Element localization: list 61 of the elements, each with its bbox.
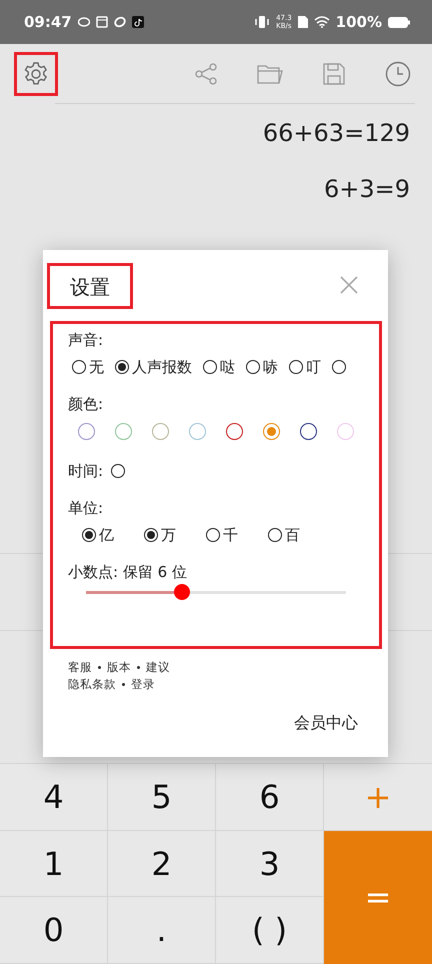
sound-option[interactable]: 人声报数 [111, 358, 192, 376]
section-label: 颜色: [68, 394, 104, 415]
section-label: 声音: [68, 330, 104, 351]
separator-dot [98, 666, 101, 669]
key-button[interactable]: 1 [0, 830, 108, 898]
sound-option[interactable]: 叮 [285, 358, 321, 376]
key-button[interactable]: 0 [0, 897, 108, 964]
status-time: 09:47 [24, 13, 72, 31]
sound-option[interactable]: 哧 [242, 358, 278, 376]
unit-option[interactable]: 亿 [78, 526, 114, 544]
vibrate-icon [254, 15, 270, 29]
folder-icon [257, 63, 283, 85]
unit-option[interactable]: 万 [140, 526, 176, 544]
color-option[interactable] [300, 422, 317, 440]
color-option[interactable] [152, 422, 169, 440]
key-button[interactable]: 5 [108, 764, 216, 831]
key-button[interactable]: 4 [0, 764, 108, 831]
key-button[interactable]: . [108, 897, 216, 964]
wifi-icon [314, 16, 330, 28]
member-center-button[interactable]: 会员中心 [290, 709, 362, 738]
key-button[interactable]: 3 [216, 830, 324, 898]
slider-thumb[interactable] [174, 584, 190, 600]
decimal-slider[interactable] [86, 584, 346, 600]
share-icon [195, 63, 217, 85]
app-icon [78, 17, 90, 27]
color-option[interactable] [226, 422, 243, 440]
color-option[interactable] [78, 422, 95, 440]
time-radio[interactable] [111, 464, 126, 478]
settings-button[interactable] [14, 52, 58, 96]
sound-option[interactable]: 无 [68, 358, 104, 376]
app-icon [132, 16, 144, 28]
color-option[interactable] [263, 422, 280, 440]
history-entry: 6+3=9 [322, 174, 411, 205]
history-entry: 66+63=129 [262, 118, 411, 149]
dialog-title: 设置 [47, 263, 133, 309]
color-option[interactable] [189, 422, 206, 440]
footer-link[interactable]: 客服 [68, 659, 92, 676]
footer-link[interactable]: 隐私条款 [68, 676, 116, 693]
unit-option[interactable]: 百 [264, 526, 300, 544]
sim-icon [298, 16, 308, 28]
app-icon [114, 16, 126, 28]
gear-icon [23, 61, 49, 87]
section-label: 小数点: 保留 6 位 [68, 562, 188, 583]
key-button[interactable]: 2 [108, 830, 216, 898]
separator-dot [137, 666, 140, 669]
footer-link[interactable]: 建议 [146, 659, 170, 676]
unit-option[interactable]: 千 [202, 526, 238, 544]
section-label: 单位: [68, 498, 104, 519]
key-button[interactable]: 6 [216, 764, 324, 831]
section-label: 时间: [68, 462, 104, 480]
clock-icon [385, 61, 411, 87]
battery-icon [388, 16, 410, 28]
color-option[interactable] [115, 422, 132, 440]
battery-percent: 100% [336, 13, 382, 31]
app-icon [96, 16, 108, 28]
sound-option[interactable]: 哒 [199, 358, 235, 376]
separator-dot [122, 683, 125, 686]
footer-link[interactable]: 版本 [107, 659, 131, 676]
key-button[interactable]: ( ) [216, 897, 324, 964]
close-icon [340, 276, 358, 294]
footer-link[interactable]: 登录 [131, 676, 155, 693]
